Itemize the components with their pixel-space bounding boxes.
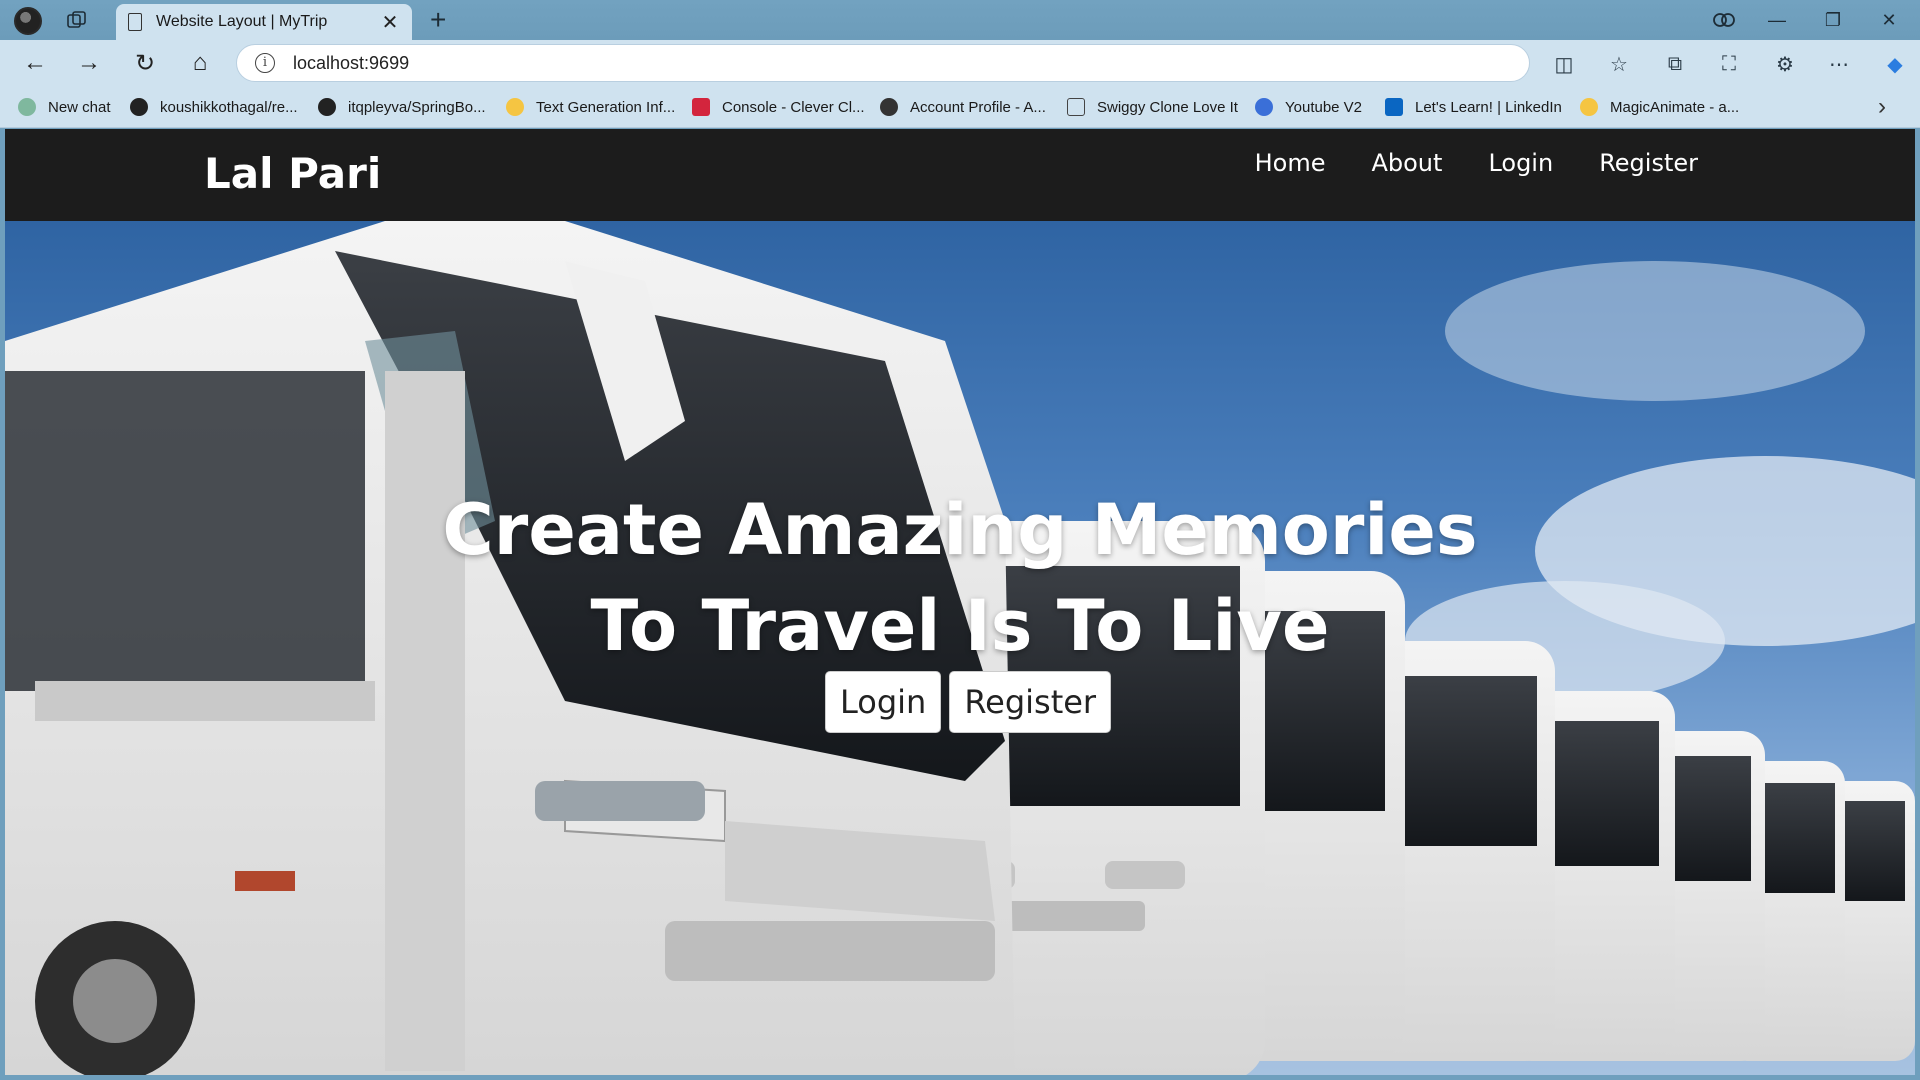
site-navbar: Lal Pari Home About Login Register bbox=[5, 129, 1915, 221]
hero-title-line-2: To Travel Is To Live bbox=[590, 585, 1330, 667]
bookmark-label: Youtube V2 bbox=[1285, 98, 1363, 116]
bookmark-label: Account Profile - A... bbox=[910, 98, 1046, 116]
new-tab-button[interactable]: + bbox=[430, 6, 446, 34]
search-icon bbox=[1255, 98, 1273, 116]
site-brand[interactable]: Lal Pari bbox=[204, 149, 381, 198]
window-bottom-border bbox=[0, 1075, 1920, 1080]
nav-login-link[interactable]: Login bbox=[1488, 149, 1553, 177]
back-button[interactable]: ← bbox=[18, 46, 52, 80]
bookmark-item[interactable]: New chat bbox=[18, 95, 111, 119]
hero-section: Create Amazing Memories To Travel Is To … bbox=[5, 221, 1915, 1075]
info-icon[interactable]: i bbox=[255, 53, 275, 73]
browser-tab-active[interactable]: Website Layout | MyTrip ✕ bbox=[116, 4, 412, 40]
bookmark-item[interactable]: Youtube V2 bbox=[1255, 95, 1362, 119]
screenshot-icon[interactable]: ⛶ bbox=[1714, 49, 1744, 79]
page-icon bbox=[128, 13, 142, 31]
extension-icon[interactable] bbox=[1712, 9, 1736, 31]
profile-avatar[interactable] bbox=[14, 7, 42, 35]
restore-button[interactable]: ❐ bbox=[1818, 6, 1848, 34]
bookmark-item[interactable]: Account Profile - A... bbox=[880, 95, 1046, 119]
bookmark-item[interactable]: Swiggy Clone Love It bbox=[1067, 95, 1238, 119]
hero-register-button[interactable]: Register bbox=[949, 671, 1112, 733]
address-bar[interactable]: i localhost:9699 bbox=[236, 44, 1530, 82]
openai-icon bbox=[18, 98, 36, 116]
reload-button[interactable]: ↻ bbox=[128, 46, 162, 80]
copilot-icon[interactable]: ◆ bbox=[1880, 49, 1910, 79]
home-button[interactable]: ⌂ bbox=[183, 46, 217, 80]
bookmark-label: Text Generation Inf... bbox=[536, 98, 676, 116]
bookmark-label: MagicAnimate - a... bbox=[1610, 98, 1740, 116]
nav-home-link[interactable]: Home bbox=[1255, 149, 1326, 177]
browser-toolbar: ← → ↻ ⌂ i localhost:9699 ◫ ☆ ⧉ ⛶ ⚙ ⋯ ◆ bbox=[0, 40, 1920, 87]
nav-register-link[interactable]: Register bbox=[1599, 149, 1698, 177]
bookmark-item[interactable]: Console - Clever Cl... bbox=[692, 95, 865, 119]
chevron-right-icon[interactable]: › bbox=[1878, 93, 1886, 121]
huggingface-icon bbox=[1580, 98, 1598, 116]
favorites-icon[interactable]: ☆ bbox=[1604, 49, 1634, 79]
bookmark-label: Let's Learn! | LinkedIn bbox=[1415, 98, 1562, 116]
bookmark-item[interactable]: Text Generation Inf... bbox=[506, 95, 675, 119]
close-window-button[interactable]: ✕ bbox=[1874, 6, 1904, 34]
split-screen-icon[interactable]: ◫ bbox=[1549, 49, 1579, 79]
minimize-button[interactable]: — bbox=[1762, 6, 1792, 34]
bookmark-item[interactable]: koushikkothagal/re... bbox=[130, 95, 298, 119]
clevercloud-icon bbox=[692, 98, 710, 116]
huggingface-icon bbox=[506, 98, 524, 116]
bookmark-label: itqpleyva/SpringBo... bbox=[348, 98, 486, 116]
linkedin-icon bbox=[1385, 98, 1403, 116]
hero-login-button[interactable]: Login bbox=[825, 671, 942, 733]
web-page: Lal Pari Home About Login Register Creat… bbox=[5, 129, 1915, 1075]
bookmark-label: Console - Clever Cl... bbox=[722, 98, 865, 116]
extensions-icon[interactable]: ⚙ bbox=[1770, 49, 1800, 79]
workspaces-icon[interactable] bbox=[66, 10, 88, 30]
bookmark-label: Swiggy Clone Love It bbox=[1097, 98, 1238, 116]
url-text: localhost:9699 bbox=[293, 52, 410, 73]
nav-links: Home About Login Register bbox=[1255, 149, 1698, 177]
forward-button[interactable]: → bbox=[72, 46, 106, 80]
bookmark-item[interactable]: itqpleyva/SpringBo... bbox=[318, 95, 486, 119]
collections-icon[interactable]: ⧉ bbox=[1660, 49, 1690, 79]
tab-title: Website Layout | MyTrip bbox=[156, 13, 328, 30]
page-icon bbox=[1067, 98, 1085, 116]
browser-titlebar: Website Layout | MyTrip ✕ + — ❐ ✕ bbox=[0, 0, 1920, 40]
bookmark-item[interactable]: Let's Learn! | LinkedIn bbox=[1385, 95, 1562, 119]
bookmarks-bar: New chat koushikkothagal/re... itqpleyva… bbox=[0, 87, 1920, 128]
bookmark-label: New chat bbox=[48, 98, 111, 116]
bookmark-item[interactable]: MagicAnimate - a... bbox=[1580, 95, 1739, 119]
hero-actions: Login Register bbox=[825, 671, 1112, 733]
github-icon bbox=[318, 98, 336, 116]
nav-about-link[interactable]: About bbox=[1371, 149, 1442, 177]
more-options-icon[interactable]: ⋯ bbox=[1824, 49, 1854, 79]
hero-title-line-1: Create Amazing Memories bbox=[442, 489, 1478, 571]
account-icon bbox=[880, 98, 898, 116]
close-icon[interactable]: ✕ bbox=[380, 10, 400, 35]
bookmark-label: koushikkothagal/re... bbox=[160, 98, 298, 116]
github-icon bbox=[130, 98, 148, 116]
